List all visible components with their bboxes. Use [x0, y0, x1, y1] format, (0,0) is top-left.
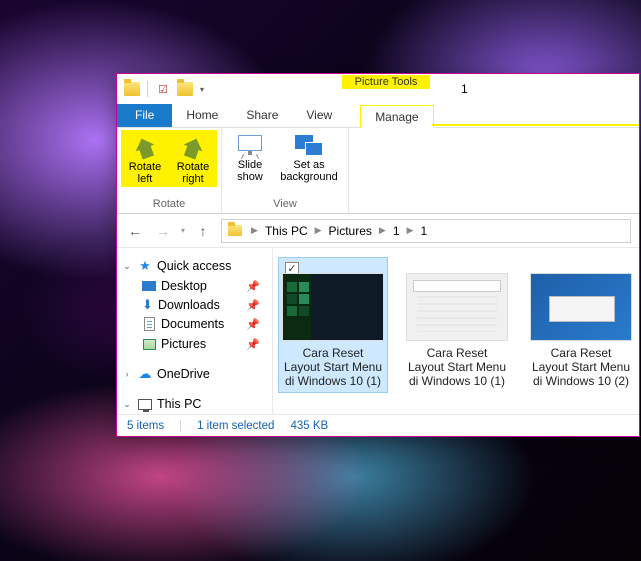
quick-access-toolbar: ☑ ▾	[123, 80, 204, 98]
set-background-icon	[293, 133, 325, 159]
window-title: 1	[461, 82, 468, 96]
file-item[interactable]: ✓Cara Reset Layout Start Menu di Windows…	[279, 258, 387, 392]
navigation-tree[interactable]: ⌄ ★ Quick access Desktop 📌 ⬇ Downloads 📌…	[117, 248, 273, 414]
thumbnail	[283, 274, 383, 340]
rotate-right-button[interactable]: Rotate right	[169, 130, 217, 187]
status-size: 435 KB	[290, 420, 328, 432]
file-caption: Cara Reset Layout Start Menu di Windows …	[531, 346, 631, 388]
tree-this-pc[interactable]: ⌄ This PC	[121, 394, 268, 414]
tree-pictures[interactable]: Pictures 📌	[121, 334, 268, 354]
slideshow-icon	[234, 133, 266, 159]
rotate-right-label: Rotate right	[171, 161, 215, 185]
cloud-icon: ☁	[137, 366, 153, 382]
pin-icon: 📌	[246, 318, 266, 331]
slide-show-button[interactable]: Slide show	[226, 130, 274, 185]
crumb-folder-1a[interactable]: 1	[391, 224, 402, 238]
rotate-left-button[interactable]: Rotate left	[121, 130, 169, 187]
forward-button[interactable]: →	[153, 221, 173, 241]
file-caption: Cara Reset Layout Start Menu di Windows …	[407, 346, 507, 388]
titlebar: ☑ ▾ Picture Tools 1	[117, 74, 639, 104]
ribbon-group-rotate: Rotate left Rotate right Rotate	[117, 128, 222, 213]
address-bar[interactable]: ▶ This PC ▶ Pictures ▶ 1 ▶ 1	[221, 219, 631, 243]
chevron-right-icon[interactable]: ›	[121, 369, 133, 379]
pin-icon: 📌	[246, 280, 266, 293]
onedrive-label: OneDrive	[157, 367, 210, 381]
separator	[147, 81, 148, 97]
crumb-folder-1b[interactable]: 1	[418, 224, 429, 238]
ribbon-group-view: Slide show Set as background View	[222, 128, 349, 213]
monitor-icon	[137, 396, 153, 412]
file-caption: Cara Reset Layout Start Menu di Windows …	[283, 346, 383, 388]
this-pc-label: This PC	[157, 397, 201, 411]
downloads-icon: ⬇	[141, 299, 154, 312]
status-bar: 5 items 1 item selected 435 KB	[117, 414, 639, 436]
tab-home[interactable]: Home	[172, 104, 232, 127]
status-item-count: 5 items	[127, 420, 164, 432]
contextual-tab-header: Picture Tools	[342, 74, 432, 104]
ribbon-tabs: File Home Share View Manage	[117, 104, 639, 128]
chevron-right-icon[interactable]: ▶	[404, 225, 417, 236]
rotate-right-icon	[178, 133, 208, 161]
tree-desktop[interactable]: Desktop 📌	[121, 276, 268, 296]
quick-access-label: Quick access	[157, 259, 231, 273]
folder-icon	[226, 222, 244, 240]
back-button[interactable]: ←	[125, 221, 145, 241]
tree-documents[interactable]: Documents 📌	[121, 314, 268, 334]
file-item[interactable]: Cara Reset Layout Start Menu di Windows …	[403, 258, 511, 392]
tab-view[interactable]: View	[292, 104, 346, 127]
explorer-body: ⌄ ★ Quick access Desktop 📌 ⬇ Downloads 📌…	[117, 248, 639, 414]
tab-manage[interactable]: Manage	[360, 105, 433, 128]
rotate-left-icon	[130, 133, 160, 161]
picture-tools-label: Picture Tools	[342, 75, 430, 89]
crumb-pictures[interactable]: Pictures	[327, 224, 374, 238]
thumbnail	[531, 274, 631, 340]
navigation-bar: ← → ▾ ↑ ▶ This PC ▶ Pictures ▶ 1 ▶ 1	[117, 214, 639, 248]
documents-icon	[141, 316, 157, 332]
properties-icon[interactable]: ☑	[154, 80, 172, 98]
slide-show-label: Slide show	[228, 159, 272, 183]
items-view[interactable]: ✓Cara Reset Layout Start Menu di Windows…	[273, 248, 639, 414]
pictures-icon	[141, 336, 157, 352]
chevron-down-icon[interactable]: ⌄	[121, 261, 133, 272]
rotate-left-label: Rotate left	[123, 161, 167, 185]
ribbon: Rotate left Rotate right Rotate Slide sh…	[117, 128, 639, 214]
set-as-background-label: Set as background	[276, 159, 342, 183]
recent-locations-caret[interactable]: ▾	[181, 226, 185, 235]
desktop-label: Desktop	[161, 279, 207, 293]
tree-quick-access[interactable]: ⌄ ★ Quick access	[121, 256, 268, 276]
file-explorer-window: ☑ ▾ Picture Tools 1 File Home Share View…	[116, 73, 640, 437]
tab-file[interactable]: File	[117, 104, 172, 127]
downloads-label: Downloads	[158, 298, 220, 312]
documents-label: Documents	[161, 317, 224, 331]
pictures-label: Pictures	[161, 337, 206, 351]
pin-icon: 📌	[246, 338, 266, 351]
star-icon: ★	[137, 258, 153, 274]
desktop-icon	[141, 278, 157, 294]
set-as-background-button[interactable]: Set as background	[274, 130, 344, 185]
new-folder-icon[interactable]	[176, 80, 194, 98]
view-group-label: View	[273, 196, 297, 213]
tab-share[interactable]: Share	[232, 104, 292, 127]
contextual-tab-underline	[432, 124, 639, 127]
tree-downloads[interactable]: ⬇ Downloads 📌	[121, 296, 268, 314]
pin-icon: 📌	[246, 299, 266, 312]
qat-customize-caret[interactable]: ▾	[200, 85, 204, 94]
separator	[180, 420, 181, 432]
crumb-this-pc[interactable]: This PC	[263, 224, 310, 238]
tree-onedrive[interactable]: › ☁ OneDrive	[121, 364, 268, 384]
chevron-right-icon[interactable]: ▶	[376, 225, 389, 236]
file-item[interactable]: Cara Reset Layout Start Menu di Windows …	[527, 258, 635, 392]
folder-icon	[123, 80, 141, 98]
chevron-right-icon[interactable]: ▶	[248, 225, 261, 236]
thumbnail	[407, 274, 507, 340]
chevron-right-icon[interactable]: ▶	[312, 225, 325, 236]
status-selection: 1 item selected	[197, 420, 274, 432]
rotate-group-label: Rotate	[153, 196, 185, 213]
chevron-down-icon[interactable]: ⌄	[121, 399, 133, 410]
up-button[interactable]: ↑	[193, 221, 213, 241]
